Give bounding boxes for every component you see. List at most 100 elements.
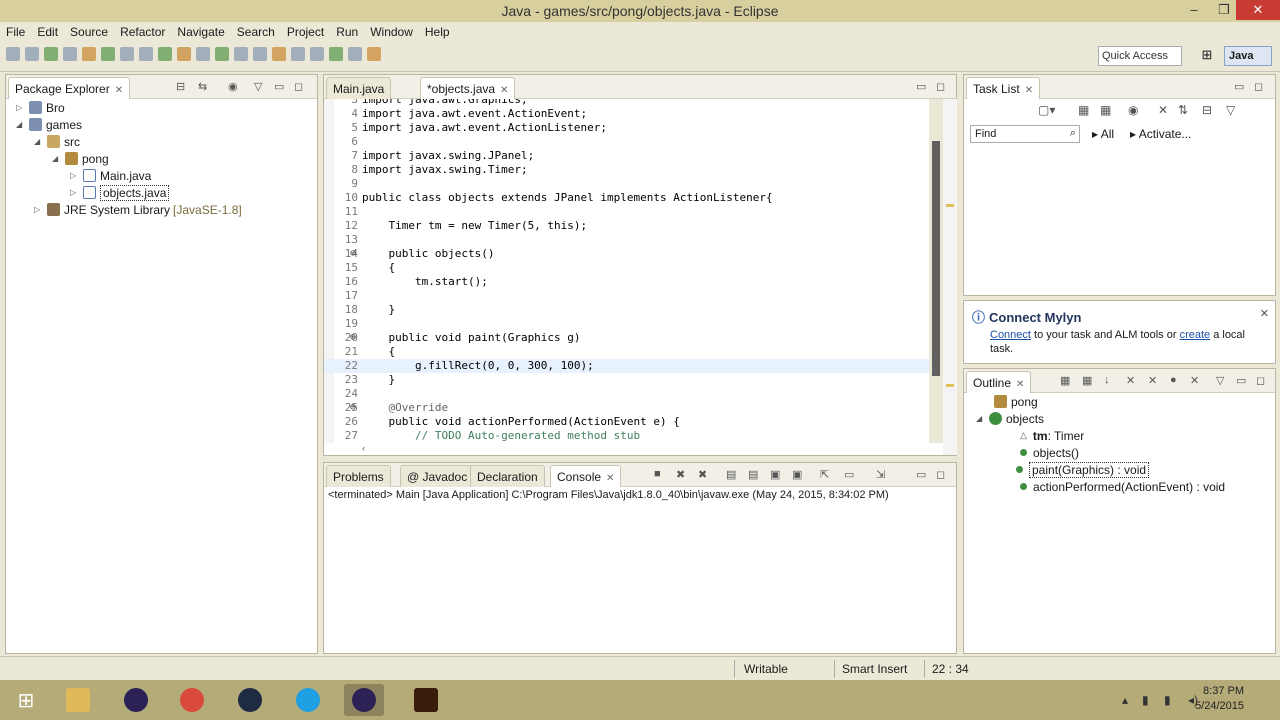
new-icon[interactable] — [6, 47, 20, 61]
tab-console[interactable]: Console ✕ — [550, 465, 622, 487]
system-clock[interactable]: 8:37 PM 5/24/2015 — [1195, 684, 1244, 714]
tree-item-jre-library[interactable]: ▷ JRE System Library [JavaSE-1.8] — [34, 201, 242, 218]
link-editor-icon[interactable]: ✕ — [1190, 374, 1199, 387]
open-perspective-icon[interactable]: ⊞ — [1198, 47, 1216, 65]
tree-item-bro[interactable]: ▷ Bro — [16, 99, 65, 116]
expand-icon[interactable]: ▷ — [70, 188, 80, 197]
hide-completed-icon[interactable]: ✕ — [1158, 103, 1168, 117]
tab-main-java[interactable]: Main.java — [326, 77, 392, 99]
taskbar-app[interactable] — [406, 684, 446, 716]
close-icon[interactable]: ✕ — [1260, 307, 1269, 320]
java-perspective-button[interactable]: Java — [1224, 46, 1272, 66]
console-output[interactable] — [324, 505, 943, 627]
tree-item-pong[interactable]: ◢ pong — [52, 150, 109, 167]
close-icon[interactable]: ✕ — [606, 473, 614, 484]
view-menu-icon[interactable]: ▽ — [254, 80, 262, 93]
show-stderr-icon[interactable]: ▣ — [792, 468, 802, 481]
remove-all-icon[interactable]: ✖ — [698, 468, 707, 481]
maximize-view-icon[interactable]: ◻ — [1254, 80, 1263, 93]
prev-annotation-icon[interactable] — [291, 47, 305, 61]
menu-file[interactable]: File — [6, 25, 25, 39]
tree-item-objects-java[interactable]: ▷ objects.java — [70, 184, 170, 201]
menu-navigate[interactable]: Navigate — [177, 25, 224, 39]
overview-ruler[interactable] — [943, 99, 957, 455]
tab-objects-java[interactable]: *objects.java ✕ — [420, 77, 516, 99]
power-icon[interactable]: ▮ — [1142, 693, 1149, 707]
collapse-icon[interactable]: ◢ — [34, 137, 44, 146]
taskbar-steam[interactable] — [230, 684, 270, 716]
minimize-view-icon[interactable]: ▭ — [916, 468, 926, 481]
tab-task-list[interactable]: Task List ✕ — [966, 77, 1041, 99]
remove-launch-icon[interactable]: ✖ — [676, 468, 685, 481]
terminate-icon[interactable]: ■ — [654, 468, 661, 480]
minimize-button[interactable]: – — [1180, 0, 1208, 20]
minimize-view-icon[interactable]: ▭ — [274, 80, 284, 93]
sync-icon[interactable]: ⇅ — [1178, 103, 1188, 117]
minimize-view-icon[interactable]: ▭ — [916, 80, 926, 93]
menu-window[interactable]: Window — [370, 25, 413, 39]
hide-static-icon[interactable]: ✕ — [1148, 374, 1157, 387]
menu-help[interactable]: Help — [425, 25, 450, 39]
quick-access-input[interactable]: Quick Access — [1098, 46, 1182, 66]
maximize-view-icon[interactable]: ◻ — [936, 80, 945, 93]
fold-toggle-icon[interactable]: ⊖ — [350, 247, 356, 261]
menu-refactor[interactable]: Refactor — [120, 25, 165, 39]
close-icon[interactable]: ✕ — [500, 85, 508, 96]
filter-all-link[interactable]: ▸ All — [1092, 127, 1114, 141]
focus-task-icon[interactable]: ▦ — [1060, 374, 1070, 387]
tree-item-games[interactable]: ◢ games — [16, 116, 82, 133]
menu-search[interactable]: Search — [237, 25, 275, 39]
editor-vertical-scrollbar[interactable] — [929, 99, 943, 443]
categorized-icon[interactable]: ▦ — [1078, 103, 1089, 117]
menu-edit[interactable]: Edit — [37, 25, 58, 39]
back-icon[interactable] — [329, 47, 343, 61]
tab-problems[interactable]: Problems — [326, 465, 391, 487]
code-editor[interactable]: 3 import java.awt.Graphics; 4 import java.… — [324, 99, 929, 443]
hide-local-types-icon[interactable]: ● — [1170, 374, 1177, 386]
start-button[interactable]: ⊞ — [6, 684, 46, 716]
maximize-view-icon[interactable]: ◻ — [936, 468, 945, 481]
clear-console-icon[interactable]: ▤ — [726, 468, 736, 481]
close-icon[interactable]: ✕ — [1016, 379, 1024, 390]
print-icon[interactable] — [44, 47, 58, 61]
run-icon[interactable] — [82, 47, 96, 61]
new-task-icon[interactable]: ▢▾ — [1038, 103, 1055, 117]
view-menu-icon[interactable]: ▽ — [1216, 374, 1224, 387]
search-icon[interactable] — [196, 47, 210, 61]
warning-marker[interactable] — [946, 204, 954, 207]
maximize-view-icon[interactable]: ◻ — [294, 80, 303, 93]
warning-marker[interactable] — [946, 384, 954, 387]
activate-link[interactable]: ▸ Activate... — [1130, 127, 1191, 141]
scheduled-icon[interactable]: ▦ — [1100, 103, 1111, 117]
network-icon[interactable]: ▮ — [1164, 693, 1171, 707]
scrollbar-thumb[interactable] — [932, 141, 940, 376]
scroll-lock-icon[interactable]: ▤ — [748, 468, 758, 481]
expand-icon[interactable]: ▷ — [16, 103, 26, 112]
collapse-icon[interactable]: ◢ — [976, 414, 986, 423]
save-icon[interactable] — [25, 47, 39, 61]
outline-item-action-performed[interactable]: actionPerformed(ActionEvent) : void — [1020, 478, 1225, 495]
view-menu-icon[interactable]: ▽ — [1226, 103, 1235, 117]
tab-outline[interactable]: Outline ✕ — [966, 371, 1032, 393]
fold-toggle-icon[interactable]: ⊖ — [350, 331, 356, 345]
tab-declaration[interactable]: Declaration — [470, 465, 545, 487]
focus-icon[interactable]: ◉ — [1128, 103, 1138, 117]
close-button[interactable]: ✕ — [1236, 0, 1280, 20]
menu-project[interactable]: Project — [287, 25, 324, 39]
outline-item-class[interactable]: ◢ objects — [976, 410, 1044, 427]
outline-item-constructor[interactable]: objects() — [1020, 444, 1079, 461]
connect-link[interactable]: Connect — [990, 329, 1031, 341]
minimize-view-icon[interactable]: ▭ — [1236, 374, 1246, 387]
close-icon[interactable]: ✕ — [115, 85, 123, 96]
outline-item-package[interactable]: pong — [994, 393, 1038, 410]
taskbar-file-explorer[interactable] — [58, 684, 98, 716]
taskbar-eclipse-active[interactable] — [344, 684, 384, 716]
task-find-input[interactable]: Find ⌕ — [970, 125, 1080, 143]
pin-icon[interactable] — [367, 47, 381, 61]
show-stdout-icon[interactable]: ▣ — [770, 468, 780, 481]
collapse-all-icon[interactable]: ⊟ — [1202, 103, 1212, 117]
menu-run[interactable]: Run — [336, 25, 358, 39]
tab-javadoc[interactable]: @ Javadoc — [400, 465, 475, 487]
expand-icon[interactable]: ▷ — [70, 171, 80, 180]
expand-icon[interactable]: ▷ — [34, 205, 44, 214]
